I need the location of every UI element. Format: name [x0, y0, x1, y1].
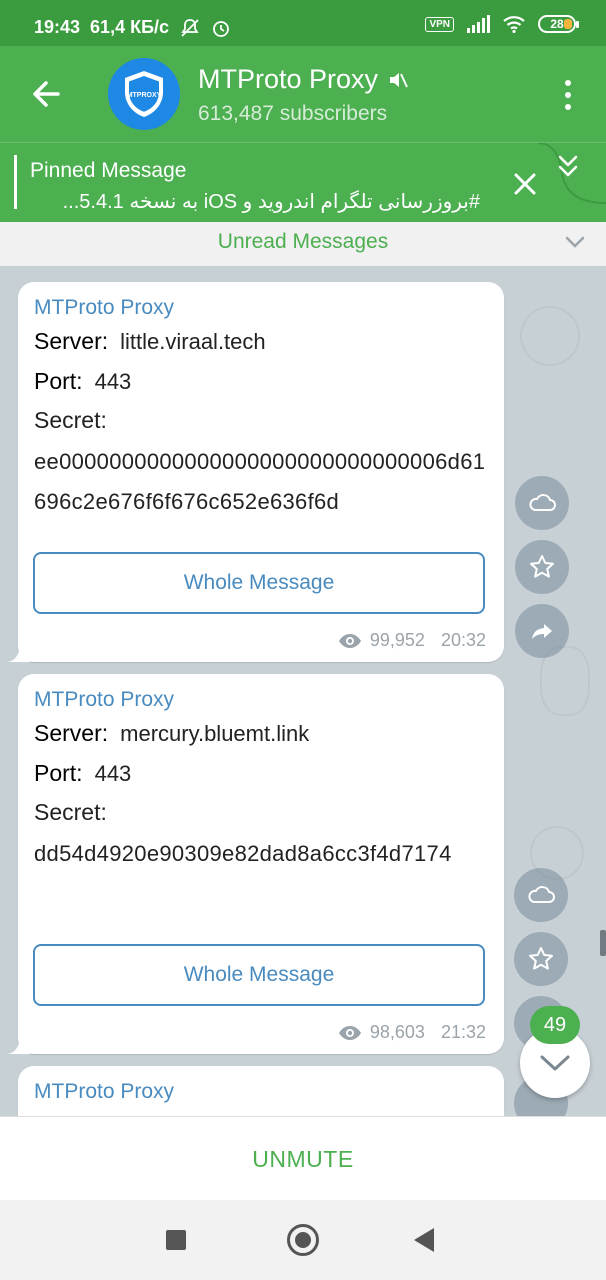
muted-icon	[390, 72, 408, 87]
secret-value: ee0000000000000000000000000000006d61696c…	[34, 449, 486, 514]
unmute-button[interactable]: UNMUTE	[0, 1116, 606, 1200]
channel-title[interactable]: MTProto Proxy	[198, 64, 408, 95]
pinned-message-bar[interactable]: Pinned Message #بروزرسانی تلگرام اندروید…	[0, 142, 606, 222]
status-right: VPN 28	[425, 15, 579, 33]
server-value: mercury.bluemt.link	[120, 721, 310, 746]
pinned-text: #بروزرسانی تلگرام اندروید و iOS به نسخه …	[62, 191, 480, 213]
chat-header: MTPROXY MTProto Proxy 613,487 subscriber…	[0, 46, 606, 142]
views-icon	[338, 633, 361, 648]
bubble-tail	[8, 642, 30, 662]
system-nav-bar	[0, 1200, 606, 1280]
unread-label: Unread Messages	[217, 230, 389, 253]
status-net-speed: 61,4 КБ/с	[90, 17, 170, 37]
back-arrow-icon[interactable]	[28, 76, 68, 112]
star-icon	[530, 555, 554, 578]
avatar-label: MTPROXY	[127, 92, 162, 99]
message-sender[interactable]: MTProto Proxy	[34, 296, 174, 320]
server-row: Server: little.viraal.tech	[34, 328, 266, 355]
secret-value: dd54d4920e90309e82dad8a6cc3f4d7174	[34, 841, 452, 866]
favorite-button[interactable]	[514, 932, 568, 986]
message-bubble[interactable]: MTProto Proxy	[18, 1066, 504, 1116]
chevron-down-icon[interactable]	[564, 234, 586, 250]
close-icon[interactable]	[512, 171, 538, 197]
vpn-indicator: VPN	[425, 16, 454, 32]
battery-fill	[564, 19, 572, 29]
more-options-icon[interactable]	[564, 80, 572, 110]
status-time: 19:43	[34, 17, 81, 37]
alarm-icon	[213, 20, 229, 37]
port-value: 443	[94, 761, 132, 786]
wifi-icon	[503, 16, 525, 33]
channel-name: MTProto Proxy	[198, 64, 379, 94]
chevron-down-icon	[540, 1055, 570, 1071]
status-left: 19:43 61,4 КБ/с	[34, 17, 231, 38]
message-meta: 98,603 21:32	[338, 1022, 486, 1043]
message-list[interactable]: MTProto Proxy Server: little.viraal.tech …	[0, 266, 606, 1116]
background-pattern	[520, 306, 580, 366]
cloud-icon	[529, 494, 556, 511]
view-count: 99,952	[369, 630, 425, 650]
view-count: 98,603	[369, 1022, 425, 1042]
secret-label: Secret:	[34, 407, 107, 433]
message-time: 21:32	[440, 1022, 486, 1042]
port-row: Port: 443	[34, 760, 131, 787]
channel-avatar[interactable]: MTPROXY	[108, 58, 180, 130]
save-to-cloud-button[interactable]	[515, 476, 569, 530]
subscriber-count: 613,487 subscribers	[198, 102, 388, 125]
bubble-tail	[8, 1034, 30, 1054]
server-label: Server:	[34, 328, 109, 354]
port-row: Port: 443	[34, 368, 131, 395]
share-button[interactable]	[515, 604, 569, 658]
views-icon	[338, 1025, 361, 1040]
pinned-accent-bar	[14, 155, 17, 209]
server-label: Server:	[34, 720, 109, 746]
secret-label: Secret:	[34, 799, 107, 825]
message-bubble[interactable]: MTProto Proxy Server: mercury.bluemt.link…	[8, 674, 504, 1054]
home-icon[interactable]	[287, 1224, 319, 1256]
message-sender[interactable]: MTProto Proxy	[34, 688, 174, 712]
message-sender[interactable]: MTProto Proxy	[34, 1080, 174, 1104]
star-icon	[529, 947, 553, 970]
back-triangle-icon[interactable]	[414, 1228, 434, 1252]
status-bar: 19:43 61,4 КБ/с VPN 28	[0, 0, 606, 46]
signal-icon	[467, 15, 490, 33]
port-label: Port:	[34, 760, 83, 786]
favorite-button[interactable]	[515, 540, 569, 594]
server-value: little.viraal.tech	[120, 329, 266, 354]
whole-message-button[interactable]: Whole Message	[33, 944, 485, 1006]
unread-count-badge: 49	[530, 1006, 580, 1044]
shield-icon: MTPROXY	[125, 71, 163, 117]
pinned-list-icon[interactable]	[538, 143, 606, 223]
message-time: 20:32	[440, 630, 486, 650]
message-meta: 99,952 20:32	[338, 630, 486, 651]
message-bubble[interactable]: MTProto Proxy Server: little.viraal.tech …	[8, 282, 504, 662]
battery-indicator: 28	[538, 15, 579, 33]
recent-apps-icon[interactable]	[166, 1230, 186, 1250]
whole-message-button[interactable]: Whole Message	[33, 552, 485, 614]
notifications-off-icon	[181, 18, 199, 37]
unread-messages-divider: Unread Messages	[0, 222, 606, 266]
port-label: Port:	[34, 368, 83, 394]
battery-level: 28	[550, 17, 564, 31]
cloud-icon	[528, 886, 555, 903]
pinned-title: Pinned Message	[30, 159, 187, 182]
scrollbar-thumb[interactable]	[600, 930, 606, 956]
port-value: 443	[94, 369, 132, 394]
save-to-cloud-button[interactable]	[514, 868, 568, 922]
share-arrow-icon	[532, 624, 552, 639]
server-row: Server: mercury.bluemt.link	[34, 720, 309, 747]
